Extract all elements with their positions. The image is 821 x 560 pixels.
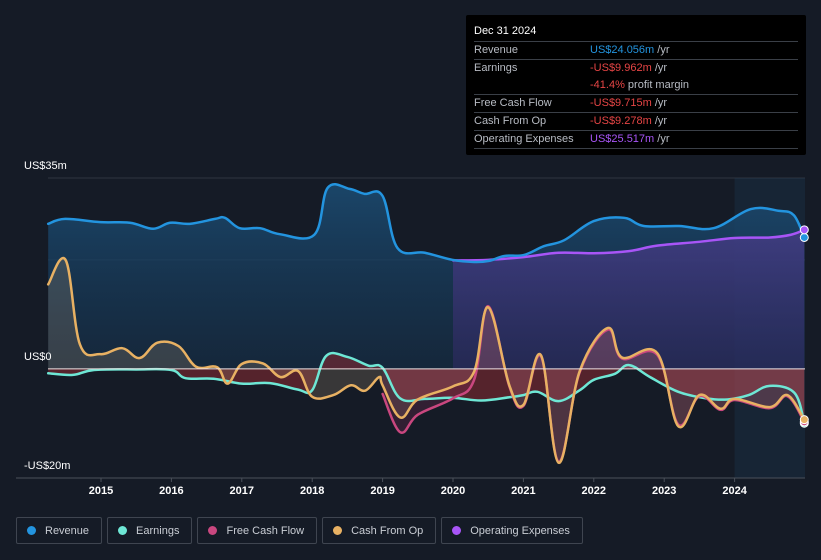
legend-label: Revenue — [45, 524, 90, 537]
tooltip-value: -41.4% profit margin — [590, 77, 689, 94]
legend-label: Earnings — [136, 524, 180, 537]
legend-item-earnings[interactable]: Earnings — [107, 517, 193, 544]
tooltip-row: Earnings -US$9.962m /yr — [474, 59, 798, 77]
y-tick-label: -US$20m — [24, 460, 71, 472]
x-axis — [16, 477, 805, 482]
tooltip-row: Cash From Op -US$9.278m /yr — [474, 112, 798, 130]
tooltip-label: Revenue — [474, 44, 519, 56]
legend-dot-icon — [208, 526, 218, 535]
legend-item-cash-from-op[interactable]: Cash From Op — [322, 517, 437, 544]
tooltip-value-number: US$25.517m — [590, 133, 655, 145]
tooltip-value-unit: /yr — [651, 62, 668, 74]
tooltip-value-number: -US$9.715m — [590, 97, 652, 109]
x-tick-label: 2022 — [581, 485, 607, 497]
legend-item-revenue[interactable]: Revenue — [16, 517, 103, 544]
legend-item-free-cash-flow[interactable]: Free Cash Flow — [197, 517, 318, 544]
tooltip-label: Cash From Op — [474, 115, 547, 127]
cash-from-op-end-marker — [799, 415, 809, 425]
tooltip-row: Revenue US$24.056m /yr — [474, 41, 798, 59]
tooltip-value-unit: profit margin — [624, 79, 690, 91]
x-tick-label: 2017 — [229, 485, 255, 497]
legend-label: Free Cash Flow — [226, 524, 305, 537]
tooltip-row: Free Cash Flow -US$9.715m /yr — [474, 94, 798, 112]
operating-expenses-end-marker — [799, 225, 809, 235]
tooltip-row: -41.4% profit margin — [474, 77, 798, 94]
tooltip-value: -US$9.715m /yr — [590, 95, 667, 112]
revenue-end-marker — [799, 232, 809, 242]
x-tick-label: 2023 — [651, 485, 677, 497]
x-tick-label: 2020 — [440, 485, 466, 497]
x-tick-label: 2018 — [299, 485, 325, 497]
legend-label: Cash From Op — [351, 524, 424, 537]
tooltip-value-number: US$24.056m — [590, 44, 655, 56]
tooltip-value-unit: /yr — [651, 97, 668, 109]
legend-dot-icon — [27, 526, 36, 535]
tooltip-value: -US$9.278m /yr — [590, 113, 667, 130]
tooltip-row: Operating Expenses US$25.517m /yr — [474, 130, 798, 149]
legend-label: Operating Expenses — [470, 524, 570, 537]
tooltip-label: Operating Expenses — [474, 133, 574, 145]
legend: Revenue Earnings Free Cash Flow Cash From O… — [16, 517, 583, 544]
x-tick-label: 2024 — [722, 485, 747, 497]
tooltip-value-number: -41.4% — [590, 79, 625, 91]
tooltip: Dec 31 2024 Revenue US$24.056m /yr Earning… — [466, 15, 806, 155]
x-tick-label: 2019 — [370, 485, 395, 497]
tooltip-value-unit: /yr — [651, 115, 668, 127]
tooltip-label — [474, 77, 590, 94]
tooltip-value: -US$9.962m /yr — [590, 60, 667, 77]
x-tick-label: 2021 — [511, 485, 536, 497]
legend-dot-icon — [452, 526, 462, 535]
tooltip-value-number: -US$9.962m — [590, 62, 652, 74]
legend-dot-icon — [333, 526, 343, 535]
legend-dot-icon — [118, 526, 128, 535]
tooltip-value: US$24.056m /yr — [590, 42, 670, 59]
tooltip-label: Earnings — [474, 62, 518, 74]
tooltip-value-unit: /yr — [654, 44, 670, 56]
tooltip-value-number: -US$9.278m — [590, 115, 652, 127]
legend-item-operating-expenses[interactable]: Operating Expenses — [441, 517, 583, 544]
tooltip-value-unit: /yr — [654, 133, 670, 145]
y-tick-label: US$35m — [24, 160, 67, 172]
tooltip-value: US$25.517m /yr — [590, 131, 670, 148]
tooltip-label: Free Cash Flow — [474, 97, 552, 109]
tooltip-date: Dec 31 2024 — [474, 25, 537, 37]
x-tick-label: 2016 — [159, 485, 184, 497]
y-tick-label: US$0 — [24, 350, 52, 363]
x-tick-label: 2015 — [88, 485, 114, 497]
